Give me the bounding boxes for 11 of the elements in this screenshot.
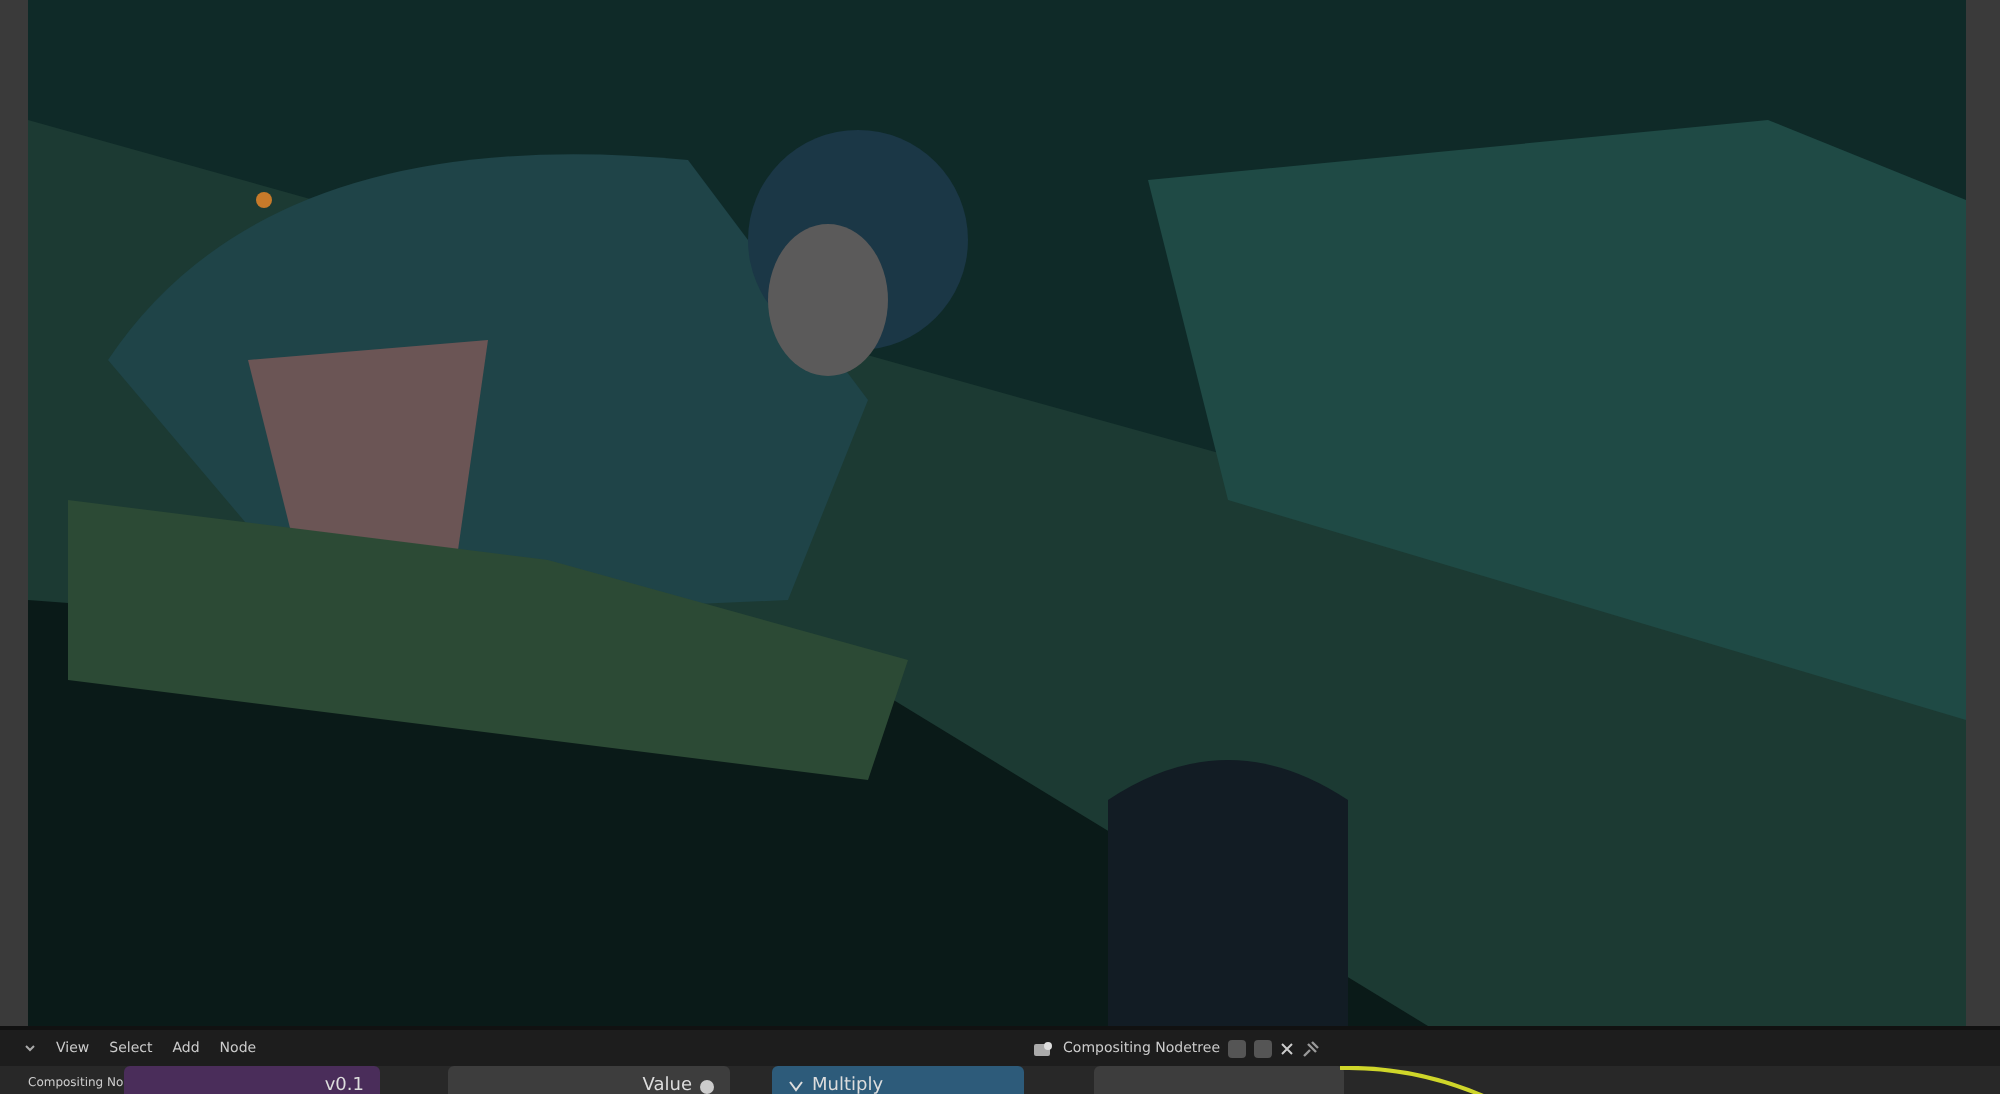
node-header[interactable]: v0.1 bbox=[124, 1066, 380, 1094]
node-title: v0.1 bbox=[324, 1076, 364, 1094]
node-header[interactable]: Multiply bbox=[772, 1066, 1024, 1094]
node-title: Multiply bbox=[812, 1076, 884, 1094]
compositor-icon[interactable] bbox=[1031, 1039, 1056, 1057]
caret-icon[interactable] bbox=[24, 1044, 36, 1052]
socket-icon bbox=[700, 1079, 714, 1093]
pin-icon[interactable] bbox=[1302, 1039, 1320, 1057]
node-header[interactable]: Value bbox=[448, 1066, 730, 1094]
close-icon[interactable] bbox=[1280, 1041, 1294, 1055]
node-title: Value bbox=[642, 1076, 692, 1094]
